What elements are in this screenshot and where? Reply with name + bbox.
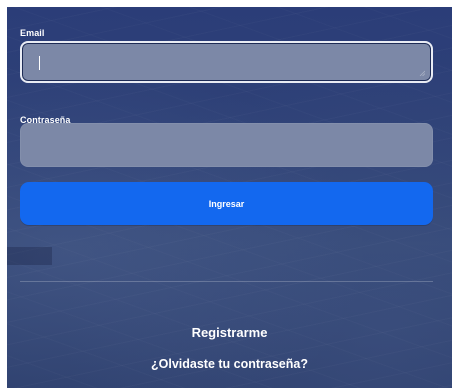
login-panel: Email Contraseña Ingresar Registrarme ¿O… — [7, 7, 452, 388]
register-link[interactable]: Registrarme — [7, 325, 452, 340]
email-field[interactable] — [20, 41, 433, 83]
forgot-password-link[interactable]: ¿Olvidaste tu contraseña? — [7, 357, 452, 371]
email-label: Email — [20, 28, 45, 38]
text-caret — [39, 56, 40, 70]
divider — [20, 281, 433, 282]
login-screen: Email Contraseña Ingresar Registrarme ¿O… — [0, 0, 459, 388]
login-button[interactable]: Ingresar — [20, 182, 433, 225]
background-shadow — [7, 247, 52, 265]
resize-grip-icon — [419, 70, 425, 76]
password-field[interactable] — [20, 123, 433, 167]
